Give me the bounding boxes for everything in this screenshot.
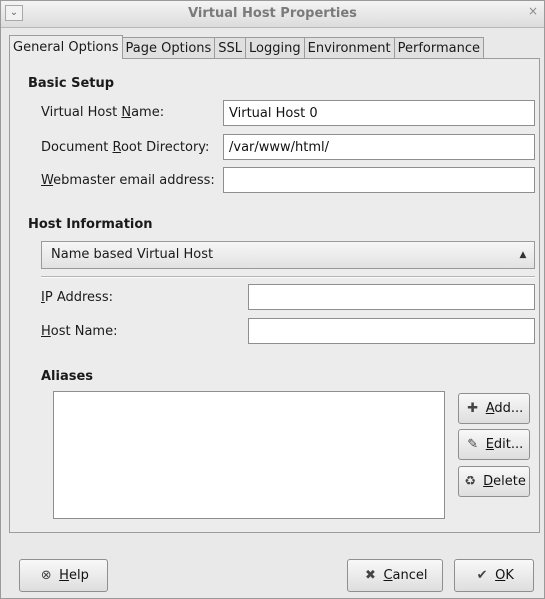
help-button[interactable]: ⊗ Help — [19, 559, 108, 592]
chevron-down-icon: ▲ — [519, 250, 527, 260]
delete-alias-button[interactable]: ♻ Delete — [458, 466, 530, 497]
window-title: Virtual Host Properties — [188, 6, 357, 21]
tab-environment[interactable]: Environment — [303, 37, 395, 59]
cancel-icon: ✖ — [365, 567, 376, 583]
close-icon[interactable]: × — [526, 5, 540, 19]
ok-button[interactable]: ✔ OK — [454, 559, 534, 592]
cancel-button[interactable]: ✖ Cancel — [347, 559, 443, 592]
dialog-window: ⌄ Virtual Host Properties × General Opti… — [0, 0, 545, 599]
tab-bar: General Options Page Options SSL Logging… — [9, 35, 485, 59]
edit-alias-label: Edit... — [485, 437, 524, 452]
host-type-value: Name based Virtual Host — [51, 247, 214, 262]
vhost-name-label: Virtual Host Name: — [41, 105, 165, 120]
aliases-heading: Aliases — [41, 369, 94, 384]
add-alias-label: Add... — [485, 401, 524, 416]
delete-alias-label: Delete — [483, 474, 526, 489]
docroot-label: Document Root Directory: — [41, 140, 210, 155]
tab-general-options[interactable]: General Options — [9, 35, 123, 59]
webmaster-email-label: Webmaster email address: — [41, 173, 215, 188]
add-alias-button[interactable]: ✚ Add... — [458, 393, 530, 424]
cancel-label: Cancel — [383, 568, 428, 583]
tab-performance[interactable]: Performance — [393, 37, 485, 59]
host-information-heading: Host Information — [28, 217, 153, 232]
add-icon: ✚ — [467, 400, 479, 416]
title-bar[interactable]: ⌄ Virtual Host Properties × — [1, 1, 544, 28]
help-icon: ⊗ — [40, 567, 52, 583]
host-name-input[interactable] — [248, 318, 535, 344]
webmaster-email-input[interactable] — [223, 167, 535, 193]
check-icon: ✔ — [476, 567, 488, 583]
tab-ssl[interactable]: SSL — [214, 37, 247, 59]
tab-logging[interactable]: Logging — [245, 37, 305, 59]
tab-page-options[interactable]: Page Options — [121, 37, 216, 59]
host-type-select[interactable]: Name based Virtual Host ▲ — [41, 241, 535, 269]
wrench-icon: ✎ — [467, 436, 479, 452]
edit-alias-button[interactable]: ✎ Edit... — [458, 429, 530, 460]
trash-icon: ♻ — [464, 473, 476, 489]
ip-address-label: IP Address: — [41, 290, 113, 305]
aliases-list[interactable] — [53, 391, 445, 519]
basic-setup-heading: Basic Setup — [28, 76, 115, 91]
ip-address-input[interactable] — [248, 284, 535, 310]
ok-label: OK — [495, 568, 514, 583]
vhost-name-input[interactable] — [223, 100, 535, 126]
help-label: Help — [59, 568, 89, 583]
host-name-label: Host Name: — [41, 324, 118, 339]
docroot-input[interactable] — [223, 134, 535, 160]
host-info-separator — [41, 276, 535, 278]
